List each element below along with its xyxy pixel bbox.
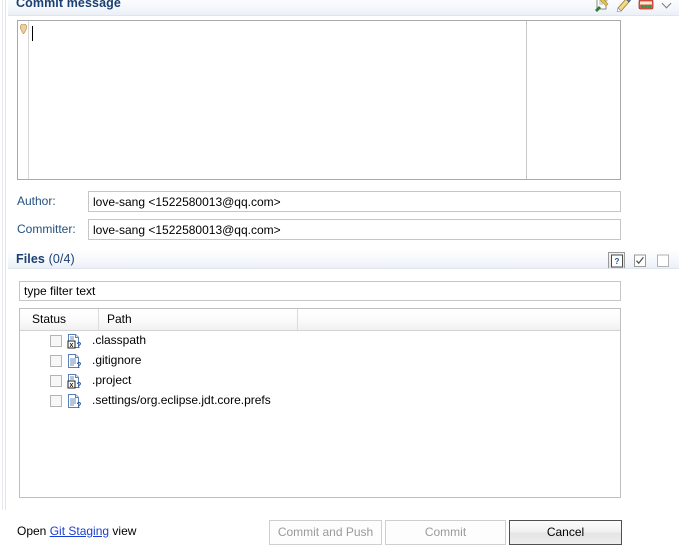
open-prefix: Open	[17, 524, 50, 538]
files-title-text: Files	[16, 252, 45, 266]
committer-input[interactable]	[88, 219, 621, 240]
dialog-left-rail-outer	[2, 0, 3, 520]
dialog-button-bar: Open Git Staging view Commit and Push Co…	[0, 510, 687, 559]
row-path: .classpath	[92, 333, 147, 347]
files-header-divider	[8, 268, 679, 269]
open-git-staging-text: Open Git Staging view	[17, 524, 136, 538]
table-row[interactable]: ? .gitignore	[20, 351, 620, 371]
select-all-button[interactable]	[631, 252, 648, 269]
files-section-header: Files (0/4) ?	[8, 249, 679, 269]
files-toolbar: ?	[608, 252, 671, 269]
files-title: Files (0/4)	[16, 252, 75, 266]
add-signed-off-icon[interactable]	[594, 0, 610, 12]
cancel-button[interactable]: Cancel	[509, 520, 622, 545]
chevron-down-icon[interactable]	[662, 0, 673, 10]
commit-message-title: Commit message	[16, 0, 121, 10]
files-count: (0/4)	[48, 252, 75, 266]
checked-box-icon	[633, 254, 646, 267]
show-untracked-files-button[interactable]: ?	[608, 252, 625, 269]
svg-text:x: x	[70, 382, 74, 389]
row-path: .gitignore	[92, 353, 142, 367]
svg-text:x: x	[70, 342, 74, 349]
open-suffix: view	[109, 524, 137, 538]
table-row[interactable]: ? .settings/org.eclipse.jdt.core.prefs	[20, 391, 620, 411]
xml-file-untracked-icon: x ?	[67, 334, 82, 349]
question-file-icon: ?	[610, 254, 623, 267]
empty-box-icon	[656, 254, 669, 267]
commit-button[interactable]: Commit	[385, 520, 506, 545]
svg-text:?: ?	[77, 361, 82, 369]
table-body: x ? .classpath ? .gitignore x ? .project…	[20, 331, 620, 411]
author-label: Author:	[17, 194, 56, 208]
svg-text:?: ?	[77, 341, 82, 349]
row-checkbox[interactable]	[50, 375, 62, 387]
commit-message-section-header: Commit message	[8, 0, 679, 16]
amend-commit-icon[interactable]	[638, 0, 654, 12]
commit-and-push-button[interactable]: Commit and Push	[269, 520, 382, 545]
committer-label: Committer:	[17, 222, 76, 236]
commit-message-box[interactable]	[17, 20, 621, 180]
git-commit-dialog: Commit message Author: love-sang <152258…	[0, 0, 687, 559]
dialog-left-rail-inner	[5, 0, 6, 520]
author-input[interactable]	[88, 191, 621, 212]
column-divider-1[interactable]	[98, 309, 99, 330]
row-path: .settings/org.eclipse.jdt.core.prefs	[92, 393, 271, 407]
text-file-untracked-icon: ?	[68, 354, 82, 369]
files-table: Status Path x ? .classpath ? .gitignore …	[19, 308, 621, 498]
commit-message-input[interactable]	[30, 21, 620, 179]
text-file-untracked-icon: ?	[68, 394, 82, 409]
table-header-row: Status Path	[20, 309, 620, 331]
column-divider-2[interactable]	[297, 309, 298, 330]
add-change-id-icon[interactable]	[616, 0, 632, 13]
svg-text:?: ?	[77, 381, 82, 389]
deselect-all-button[interactable]	[654, 252, 671, 269]
row-checkbox[interactable]	[50, 395, 62, 407]
annotation-marker-icon	[20, 24, 27, 34]
filter-input[interactable]	[19, 281, 621, 301]
row-checkbox[interactable]	[50, 335, 62, 347]
column-header-path[interactable]: Path	[107, 312, 132, 326]
xml-file-untracked-icon: x ?	[67, 374, 82, 389]
commit-message-toolbar	[594, 0, 673, 13]
svg-text:?: ?	[614, 257, 619, 266]
git-staging-link[interactable]: Git Staging	[50, 524, 109, 538]
table-row[interactable]: x ? .classpath	[20, 331, 620, 351]
svg-text:?: ?	[77, 401, 82, 409]
row-path: .project	[92, 373, 132, 387]
table-row[interactable]: x ? .project	[20, 371, 620, 391]
commit-header-divider	[8, 15, 679, 16]
row-checkbox[interactable]	[50, 355, 62, 367]
commit-message-ruler	[18, 21, 29, 179]
column-header-status[interactable]: Status	[32, 312, 66, 326]
